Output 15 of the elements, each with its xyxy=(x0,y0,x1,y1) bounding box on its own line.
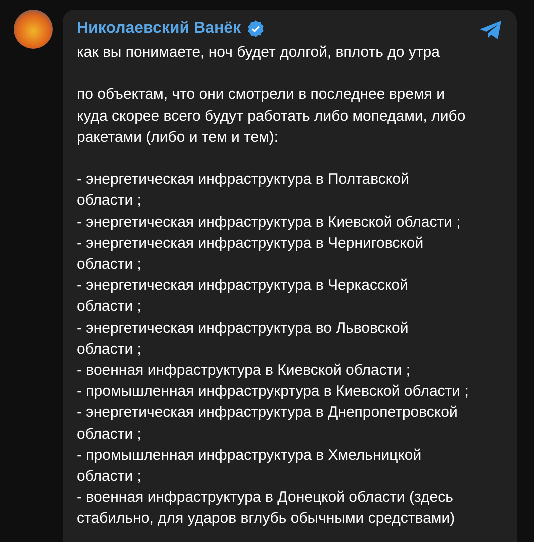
channel-name[interactable]: Николаевский Ванёк xyxy=(77,20,242,38)
message-paragraph: по объектам, что они смотрели в последнее время и куда скорее всего будут работать либо мопедами, либо ракетами (либо и тем и тем): xyxy=(77,85,467,148)
avatar xyxy=(14,10,53,49)
message-paragraph: как вы понимаете, ноч будет долгой, вплоть до утра xyxy=(77,43,441,63)
list-item: - промышленная инфраструктура в Хмельницкой области ; xyxy=(77,446,423,488)
list-item: - энергетическая инфраструктура в Киевской области ; xyxy=(77,212,462,233)
list-item: - энергетическая инфраструктура во Львовской области ; xyxy=(77,318,410,360)
list-item: - энергетическая инфраструктура в Днепропетровской области ; xyxy=(77,403,459,445)
list-item: - военная инфраструктура в Киевской области ; xyxy=(77,361,412,382)
list-item: - военная инфраструктура в Донецкой области (здесь стабильно, для ударов вглубь обычными средствами) xyxy=(77,488,456,530)
paper-plane-icon[interactable] xyxy=(479,20,503,41)
list-item: - энергетическая инфраструктура в Черкасской области ; xyxy=(77,276,410,318)
list-item: - энергетическая инфраструктура в Полтавской области ; xyxy=(77,170,410,212)
list-item: - промышленная инфраструкртура в Киевской области ; xyxy=(77,382,470,402)
list-item: - энергетическая инфраструктура в Черниговской области ; xyxy=(77,234,425,275)
